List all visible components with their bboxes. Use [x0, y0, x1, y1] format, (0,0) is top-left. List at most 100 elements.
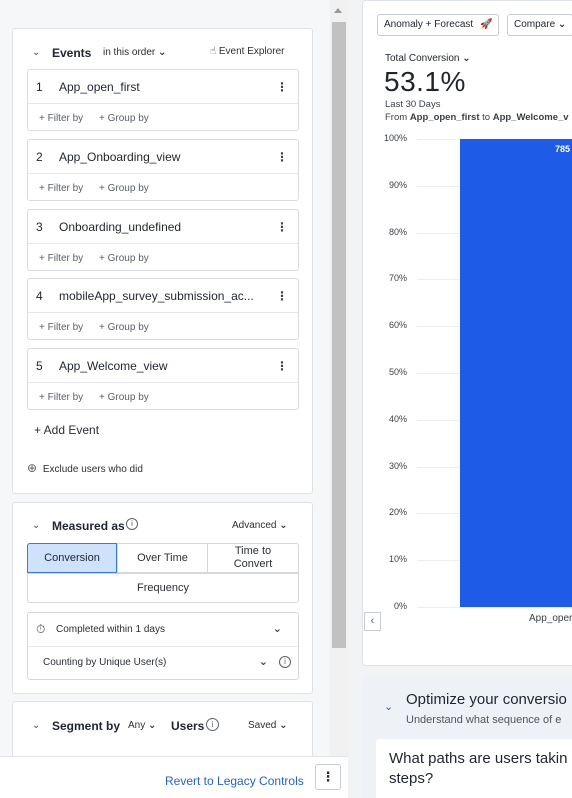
plus-circle-icon: ⊕	[27, 461, 38, 475]
chevron-left-icon[interactable]: ‹	[364, 612, 381, 631]
advanced-dropdown[interactable]: Advanced ⌄	[232, 520, 288, 531]
chevron-down-icon[interactable]: ⌄	[384, 700, 393, 713]
y-tick-label: 0%	[393, 601, 407, 611]
filter-by-button[interactable]: + Filter by	[39, 183, 83, 194]
info-icon: i	[279, 656, 291, 668]
bar-data-label: 785	[555, 144, 571, 154]
x-category-label: App_oper	[529, 613, 572, 624]
event-name[interactable]: App_Welcome_view	[59, 359, 168, 373]
event-step-5[interactable]: 5 App_Welcome_view ⋮ + Filter by + Group…	[27, 348, 299, 410]
chevron-down-icon[interactable]: ⌄	[259, 655, 268, 668]
step-number: 2	[36, 150, 43, 164]
event-step-2[interactable]: 2 App_Onboarding_view ⋮ + Filter by + Gr…	[27, 139, 299, 201]
chevron-down-icon: ⌄	[462, 53, 471, 64]
any-label: Any	[128, 720, 146, 731]
group-by-button[interactable]: + Group by	[99, 183, 149, 194]
step-number: 1	[36, 80, 43, 94]
chevron-down-icon: ⌄	[272, 623, 282, 635]
more-vertical-icon[interactable]: ⋮	[276, 289, 288, 303]
saved-dropdown[interactable]: Saved ⌄	[248, 720, 288, 731]
filter-by-button[interactable]: + Filter by	[39, 253, 83, 264]
y-tick-label: 30%	[388, 460, 407, 471]
y-tick-label: 70%	[388, 273, 407, 284]
event-name[interactable]: App_open_first	[59, 80, 140, 94]
event-explorer-button[interactable]: ☝ Event Explorer	[210, 46, 284, 57]
compare-button[interactable]: Compare ⌄	[507, 14, 572, 36]
from-to-label: From App_open_first to App_Welcome_v	[385, 112, 569, 123]
chart-card: Anomaly + Forecast 🚀 Compare ⌄ Total Con…	[362, 0, 572, 666]
more-vertical-icon[interactable]: ⋮	[276, 220, 288, 234]
event-step-1[interactable]: 1 App_open_first ⋮ + Filter by + Group b…	[27, 69, 299, 131]
tab-conversion[interactable]: Conversion	[27, 543, 117, 573]
more-vertical-icon[interactable]: ⋮	[276, 359, 288, 373]
y-tick-label: 60%	[388, 320, 407, 331]
chevron-down-icon[interactable]: ⌄	[32, 520, 40, 531]
rocket-icon: 🚀	[480, 19, 493, 30]
group-by-button[interactable]: + Group by	[99, 322, 149, 333]
completed-within-label: Completed within 1 days	[56, 624, 165, 635]
more-vertical-icon[interactable]: ⋮	[276, 150, 288, 164]
to-event: App_Welcome_v	[492, 112, 569, 123]
completed-within-row[interactable]: ⏱ Completed within 1 days ⌄	[28, 613, 298, 647]
revert-legacy-link[interactable]: Revert to Legacy Controls	[165, 774, 304, 788]
funnel-bar[interactable]	[460, 139, 572, 607]
event-row: 2 App_Onboarding_view ⋮	[28, 140, 298, 174]
step-number: 3	[36, 220, 43, 234]
tab-over-time[interactable]: Over Time	[117, 543, 208, 573]
exclude-users-button[interactable]: ⊕ Exclude users who did	[27, 461, 143, 475]
group-by-button[interactable]: + Group by	[99, 253, 149, 264]
measured-as-title: Measured as	[52, 519, 125, 533]
add-event-button[interactable]: + Add Event	[34, 423, 99, 437]
filter-by-button[interactable]: + Filter by	[39, 113, 83, 124]
filter-by-button[interactable]: + Filter by	[39, 392, 83, 403]
completed-within-dropdown[interactable]: ⏱ Completed within 1 days ⌄ Counting by …	[27, 612, 299, 680]
order-label: in this order	[103, 47, 156, 58]
to-word: to	[479, 112, 493, 123]
more-vertical-icon[interactable]: ⋮	[276, 80, 288, 94]
query-panel: ⌄ Events in this order ⌄ ☝ Event Explore…	[0, 0, 348, 798]
y-tick-label: 40%	[388, 413, 407, 424]
question-card[interactable]: What paths are users takin steps?	[376, 739, 572, 798]
anomaly-forecast-button[interactable]: Anomaly + Forecast 🚀	[377, 14, 500, 36]
event-name[interactable]: App_Onboarding_view	[59, 150, 180, 164]
question-text: What paths are users takin steps?	[389, 750, 568, 787]
anomaly-forecast-label: Anomaly + Forecast	[384, 19, 474, 30]
total-conversion-dropdown[interactable]: Total Conversion ⌄	[385, 53, 471, 64]
clock-icon: ⏱	[36, 622, 46, 636]
exclude-users-label: Exclude users who did	[42, 464, 143, 475]
chevron-down-icon: ⌄	[279, 720, 288, 731]
group-by-button[interactable]: + Group by	[99, 392, 149, 403]
more-options-button[interactable]: ⋮	[315, 764, 341, 790]
event-row: 4 mobileApp_survey_submission_ac... ⋮	[28, 279, 298, 313]
from-prefix: From	[385, 112, 410, 123]
users-label: Users	[171, 719, 205, 733]
event-name[interactable]: Onboarding_undefined	[59, 220, 181, 234]
chevron-down-icon: ⌄	[279, 520, 288, 531]
left-scrollbar[interactable]	[330, 0, 348, 756]
tab-time-to-convert[interactable]: Time to Convert	[207, 543, 299, 573]
event-step-4[interactable]: 4 mobileApp_survey_submission_ac... ⋮ + …	[27, 278, 299, 340]
saved-label: Saved	[248, 720, 277, 731]
grid-line	[417, 607, 572, 608]
info-icon: i	[126, 518, 138, 530]
order-dropdown[interactable]: in this order ⌄	[103, 47, 166, 58]
tab-frequency[interactable]: Frequency	[27, 573, 299, 603]
optimize-subtitle: Understand what sequence of e	[406, 714, 562, 726]
chevron-down-icon[interactable]: ⌄	[32, 720, 40, 731]
step-number: 5	[36, 359, 43, 373]
events-title: Events	[52, 46, 92, 60]
chevron-down-icon: ⌄	[557, 19, 567, 30]
event-step-3[interactable]: 3 Onboarding_undefined ⋮ + Filter by + G…	[27, 209, 299, 271]
time-to-convert-label: Time to Convert	[233, 545, 273, 570]
chevron-down-icon[interactable]: ⌄	[32, 47, 40, 58]
measured-as-card: ⌄ Measured as i Advanced ⌄ Conversion Ov…	[12, 502, 313, 694]
group-by-button[interactable]: + Group by	[99, 113, 149, 124]
event-name[interactable]: mobileApp_survey_submission_ac...	[59, 289, 254, 303]
any-dropdown[interactable]: Any ⌄	[128, 720, 156, 731]
counting-by-label[interactable]: Counting by Unique User(s)	[43, 657, 166, 668]
event-row: 1 App_open_first ⋮	[28, 70, 298, 104]
filter-by-button[interactable]: + Filter by	[39, 322, 83, 333]
info-icon: i	[206, 718, 219, 731]
scrollbar-thumb[interactable]	[332, 22, 346, 648]
scroll-up-icon[interactable]	[334, 8, 342, 13]
